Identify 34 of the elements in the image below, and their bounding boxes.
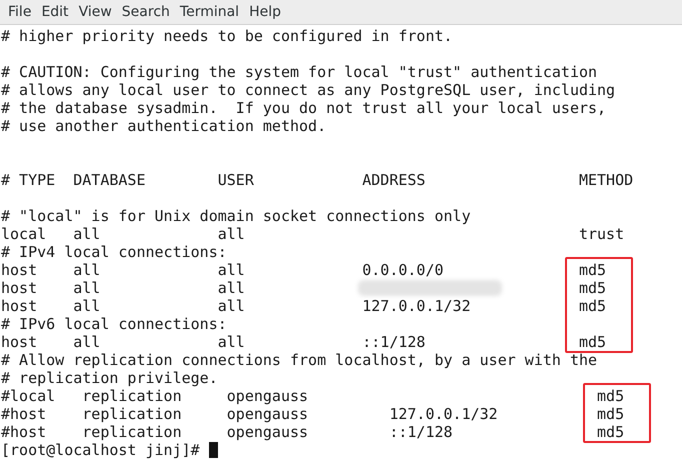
terminal-line: # replication privilege.: [1, 369, 218, 387]
method-value: md5: [578, 333, 606, 351]
method-value: md5: [597, 423, 624, 441]
terminal-line: host all all 0.0.0.0/0: [1, 261, 445, 279]
terminal-line: host all all ::1/128: [1, 333, 426, 351]
terminal-line: #host replication opengauss 127.0.0.1/32: [1, 405, 499, 423]
terminal-line: # IPv6 local connections:: [1, 315, 227, 333]
terminal-line: # Allow replication connections from localhost, by a user with the: [1, 351, 598, 369]
method-value: md5: [578, 279, 606, 297]
terminal-line: #host replication opengauss ::1/128: [1, 423, 454, 441]
menu-item[interactable]: Edit: [36, 2, 74, 22]
terminal-line: # CAUTION: Configuring the system for local "trust" authentication: [1, 63, 598, 81]
terminal-line: local all all trust: [1, 225, 624, 243]
method-value: md5: [578, 261, 606, 279]
terminal-line: # IPv4 local connections:: [1, 243, 227, 261]
terminal-line: # higher priority needs to be configured in front.: [1, 27, 453, 45]
menu-item[interactable]: File: [3, 2, 36, 22]
method-value: md5: [578, 297, 606, 315]
shell-prompt: [root@localhost jinj]#: [1, 441, 201, 459]
terminal-line: # allows any local user to connect as any PostgreSQL user, including: [1, 81, 616, 99]
menu-item[interactable]: Search: [116, 2, 175, 22]
menu-item[interactable]: View: [74, 2, 117, 22]
terminal-line: # TYPE DATABASE USER ADDRESS METHOD: [1, 171, 634, 189]
method-value: md5: [597, 387, 624, 405]
menu-item[interactable]: Terminal: [174, 2, 244, 22]
terminal-line: #local replication opengauss: [1, 387, 310, 405]
terminal-line: # "local" is for Unix domain socket connections only: [1, 207, 471, 225]
text-cursor: [208, 442, 218, 458]
method-value: md5: [597, 405, 624, 423]
terminal-line: # the database sysadmin. If you do not trust all your local users,: [1, 99, 606, 117]
terminal-line: host all all: [1, 279, 246, 297]
terminal-line: host all all 127.0.0.1/32: [1, 297, 472, 315]
menu-item[interactable]: Help: [244, 2, 286, 22]
terminal-line: # use another authentication method.: [1, 117, 326, 135]
